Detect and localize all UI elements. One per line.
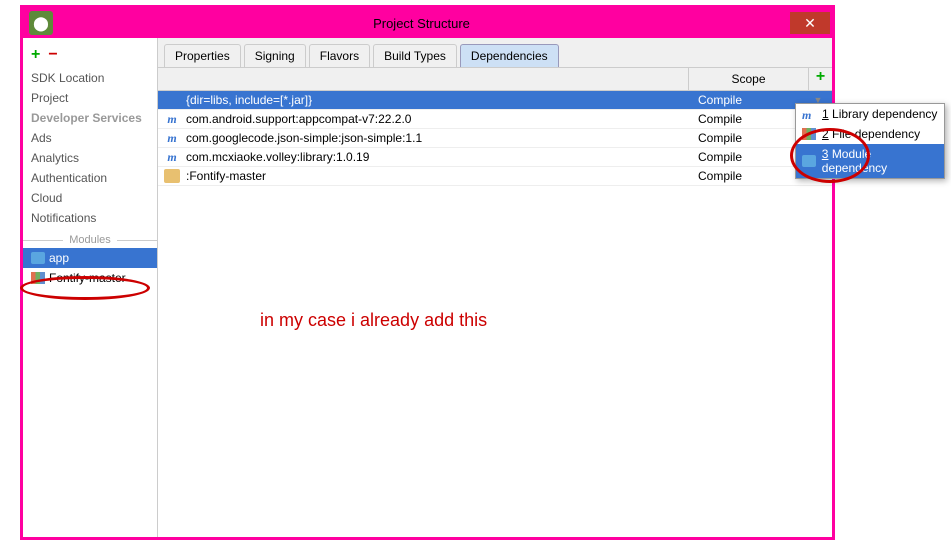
dependency-scope[interactable]: Compile <box>690 131 810 145</box>
dependency-name: {dir=libs, include=[*.jar]} <box>186 93 690 107</box>
dependency-name: :Fontify-master <box>186 169 690 183</box>
library-icon <box>31 272 45 284</box>
popup-item-file[interactable]: 2 File dependency <box>796 124 944 144</box>
sidebar-header-services: Developer Services <box>23 108 157 128</box>
tab-dependencies[interactable]: Dependencies <box>460 44 559 67</box>
sidebar-item-sdk-location[interactable]: SDK Location <box>23 68 157 88</box>
main-panel: Properties Signing Flavors Build Types D… <box>158 38 832 537</box>
module-label: Fontify-master <box>49 271 126 285</box>
sidebar-item-cloud[interactable]: Cloud <box>23 188 157 208</box>
dependencies-header: Scope + <box>158 68 832 91</box>
dependency-row[interactable]: m com.android.support:appcompat-v7:22.2.… <box>158 110 832 129</box>
dependency-name: com.mcxiaoke.volley:library:1.0.19 <box>186 150 690 164</box>
dependency-name: com.googlecode.json-simple:json-simple:1… <box>186 131 690 145</box>
module-label: app <box>49 251 69 265</box>
tab-signing[interactable]: Signing <box>244 44 306 67</box>
sidebar-remove-button[interactable]: − <box>48 46 57 64</box>
window-title: Project Structure <box>53 16 790 31</box>
folder-icon <box>164 169 180 183</box>
dependency-row[interactable]: :Fontify-master Compile ▼ <box>158 167 832 186</box>
popup-item-module[interactable]: 3 Module dependency <box>796 144 944 178</box>
sidebar-item-project[interactable]: Project <box>23 88 157 108</box>
dependency-row[interactable]: m com.googlecode.json-simple:json-simple… <box>158 129 832 148</box>
maven-icon: m <box>164 112 180 126</box>
sidebar-item-analytics[interactable]: Analytics <box>23 148 157 168</box>
add-dependency-popup: m 1 Library dependency 2 File dependency… <box>795 103 945 179</box>
sidebar-item-ads[interactable]: Ads <box>23 128 157 148</box>
dependency-name: com.android.support:appcompat-v7:22.2.0 <box>186 112 690 126</box>
sidebar: + − SDK Location Project Developer Servi… <box>23 38 158 537</box>
popup-item-library[interactable]: m 1 Library dependency <box>796 104 944 124</box>
tab-build-types[interactable]: Build Types <box>373 44 457 67</box>
close-button[interactable]: ✕ <box>790 12 830 34</box>
scope-column-header: Scope <box>688 68 808 90</box>
tab-flavors[interactable]: Flavors <box>309 44 370 67</box>
modules-section-label: Modules <box>63 234 117 246</box>
sidebar-add-button[interactable]: + <box>31 46 40 64</box>
add-dependency-button[interactable]: + <box>808 68 832 90</box>
dependency-scope[interactable]: Compile <box>690 93 810 107</box>
sidebar-item-notifications[interactable]: Notifications <box>23 208 157 228</box>
maven-icon: m <box>164 131 180 145</box>
tab-properties[interactable]: Properties <box>164 44 241 67</box>
dependency-row[interactable]: m com.mcxiaoke.volley:library:1.0.19 Com… <box>158 148 832 167</box>
dependency-scope[interactable]: Compile <box>690 150 810 164</box>
android-studio-icon: ⬤ <box>29 11 53 35</box>
blank-icon <box>164 93 180 107</box>
sidebar-module-fontify-master[interactable]: Fontify-master <box>23 268 157 288</box>
folder-icon <box>31 252 45 264</box>
maven-icon: m <box>802 108 816 120</box>
folder-icon <box>802 155 816 167</box>
dependency-scope[interactable]: Compile <box>690 169 810 183</box>
titlebar: ⬤ Project Structure ✕ <box>23 8 832 38</box>
sidebar-item-authentication[interactable]: Authentication <box>23 168 157 188</box>
sidebar-module-app[interactable]: app <box>23 248 157 268</box>
maven-icon: m <box>164 150 180 164</box>
library-icon <box>802 128 816 140</box>
project-structure-window: ⬤ Project Structure ✕ + − SDK Location P… <box>20 5 835 540</box>
tabs: Properties Signing Flavors Build Types D… <box>158 38 832 68</box>
dependency-scope[interactable]: Compile <box>690 112 810 126</box>
dependency-row[interactable]: {dir=libs, include=[*.jar]} Compile ▼ <box>158 91 832 110</box>
